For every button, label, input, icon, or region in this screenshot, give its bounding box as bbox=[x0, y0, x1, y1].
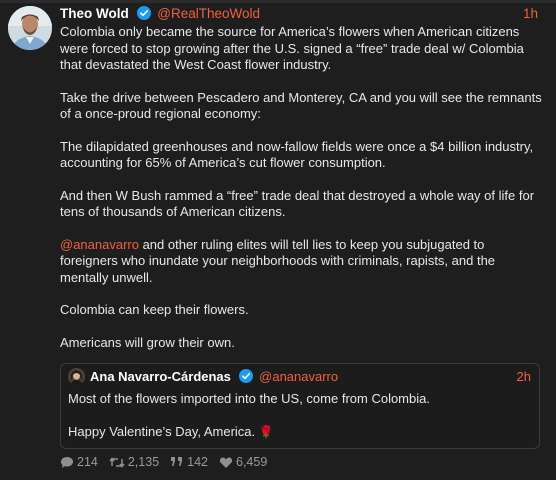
post-time[interactable]: 1h bbox=[523, 5, 538, 23]
reply-button[interactable]: 214 bbox=[60, 453, 98, 471]
quote-button[interactable]: 142 bbox=[170, 453, 208, 471]
paragraph: Colombia can keep their flowers. bbox=[60, 302, 249, 317]
quote-body: Most of the flowers imported into the US… bbox=[68, 391, 531, 456]
paragraph-with-mention: @ananavarro and other ruling elites will… bbox=[60, 237, 544, 287]
reply-count: 214 bbox=[77, 455, 98, 469]
author-avatar[interactable] bbox=[8, 6, 52, 50]
author-name[interactable]: Theo Wold bbox=[60, 6, 129, 21]
mention-link[interactable]: @ananavarro bbox=[60, 237, 139, 252]
reply-icon bbox=[61, 456, 73, 468]
quote-line-text: Happy Valentine’s Day, America. bbox=[68, 423, 256, 439]
verified-badge-icon bbox=[238, 369, 253, 383]
paragraph: Americans will grow their own. bbox=[60, 334, 235, 350]
quote-count: 142 bbox=[187, 455, 208, 469]
quote-author-avatar[interactable] bbox=[68, 368, 85, 385]
divider bbox=[0, 0, 556, 3]
author-handle[interactable]: @RealTheoWold bbox=[157, 6, 260, 21]
paragraph: And then W Bush rammed a “free” trade de… bbox=[60, 187, 535, 220]
like-icon bbox=[219, 457, 233, 468]
like-button[interactable]: 6,459 bbox=[219, 453, 267, 471]
quoted-post[interactable]: Ana Navarro-Cárdenas @ananavarro 2h Most… bbox=[60, 363, 540, 449]
quote-line: Most of the flowers imported into the US… bbox=[68, 391, 430, 406]
paragraph: Take the drive between Pescadero and Mon… bbox=[60, 89, 542, 122]
post-stats: 214 2,135 142 6,459 bbox=[60, 453, 278, 471]
post: Theo Wold @RealTheoWold 1h Colombia only… bbox=[0, 0, 556, 480]
quote-author-name[interactable]: Ana Navarro-Cárdenas bbox=[90, 369, 231, 384]
paragraph: Colombia only became the source for Amer… bbox=[60, 24, 524, 72]
verified-badge-icon bbox=[136, 6, 151, 20]
repost-button[interactable]: 2,135 bbox=[109, 453, 159, 471]
quote-time[interactable]: 2h bbox=[517, 368, 531, 386]
paragraph: The dilapidated greenhouses and now-fall… bbox=[60, 138, 534, 171]
quote-author-handle[interactable]: @ananavarro bbox=[259, 369, 338, 384]
like-count: 6,459 bbox=[236, 455, 268, 469]
post-header: Theo Wold @RealTheoWold 1h bbox=[60, 5, 538, 23]
post-body: Colombia only became the source for Amer… bbox=[60, 24, 544, 367]
quote-header: Ana Navarro-Cárdenas @ananavarro 2h bbox=[90, 368, 531, 386]
quote-icon bbox=[171, 457, 183, 466]
rose-icon: 🌹 bbox=[258, 424, 274, 439]
repost-count: 2,135 bbox=[127, 455, 160, 469]
quote-line: Happy Valentine’s Day, America. 🌹 bbox=[68, 424, 531, 441]
repost-icon bbox=[109, 456, 125, 468]
